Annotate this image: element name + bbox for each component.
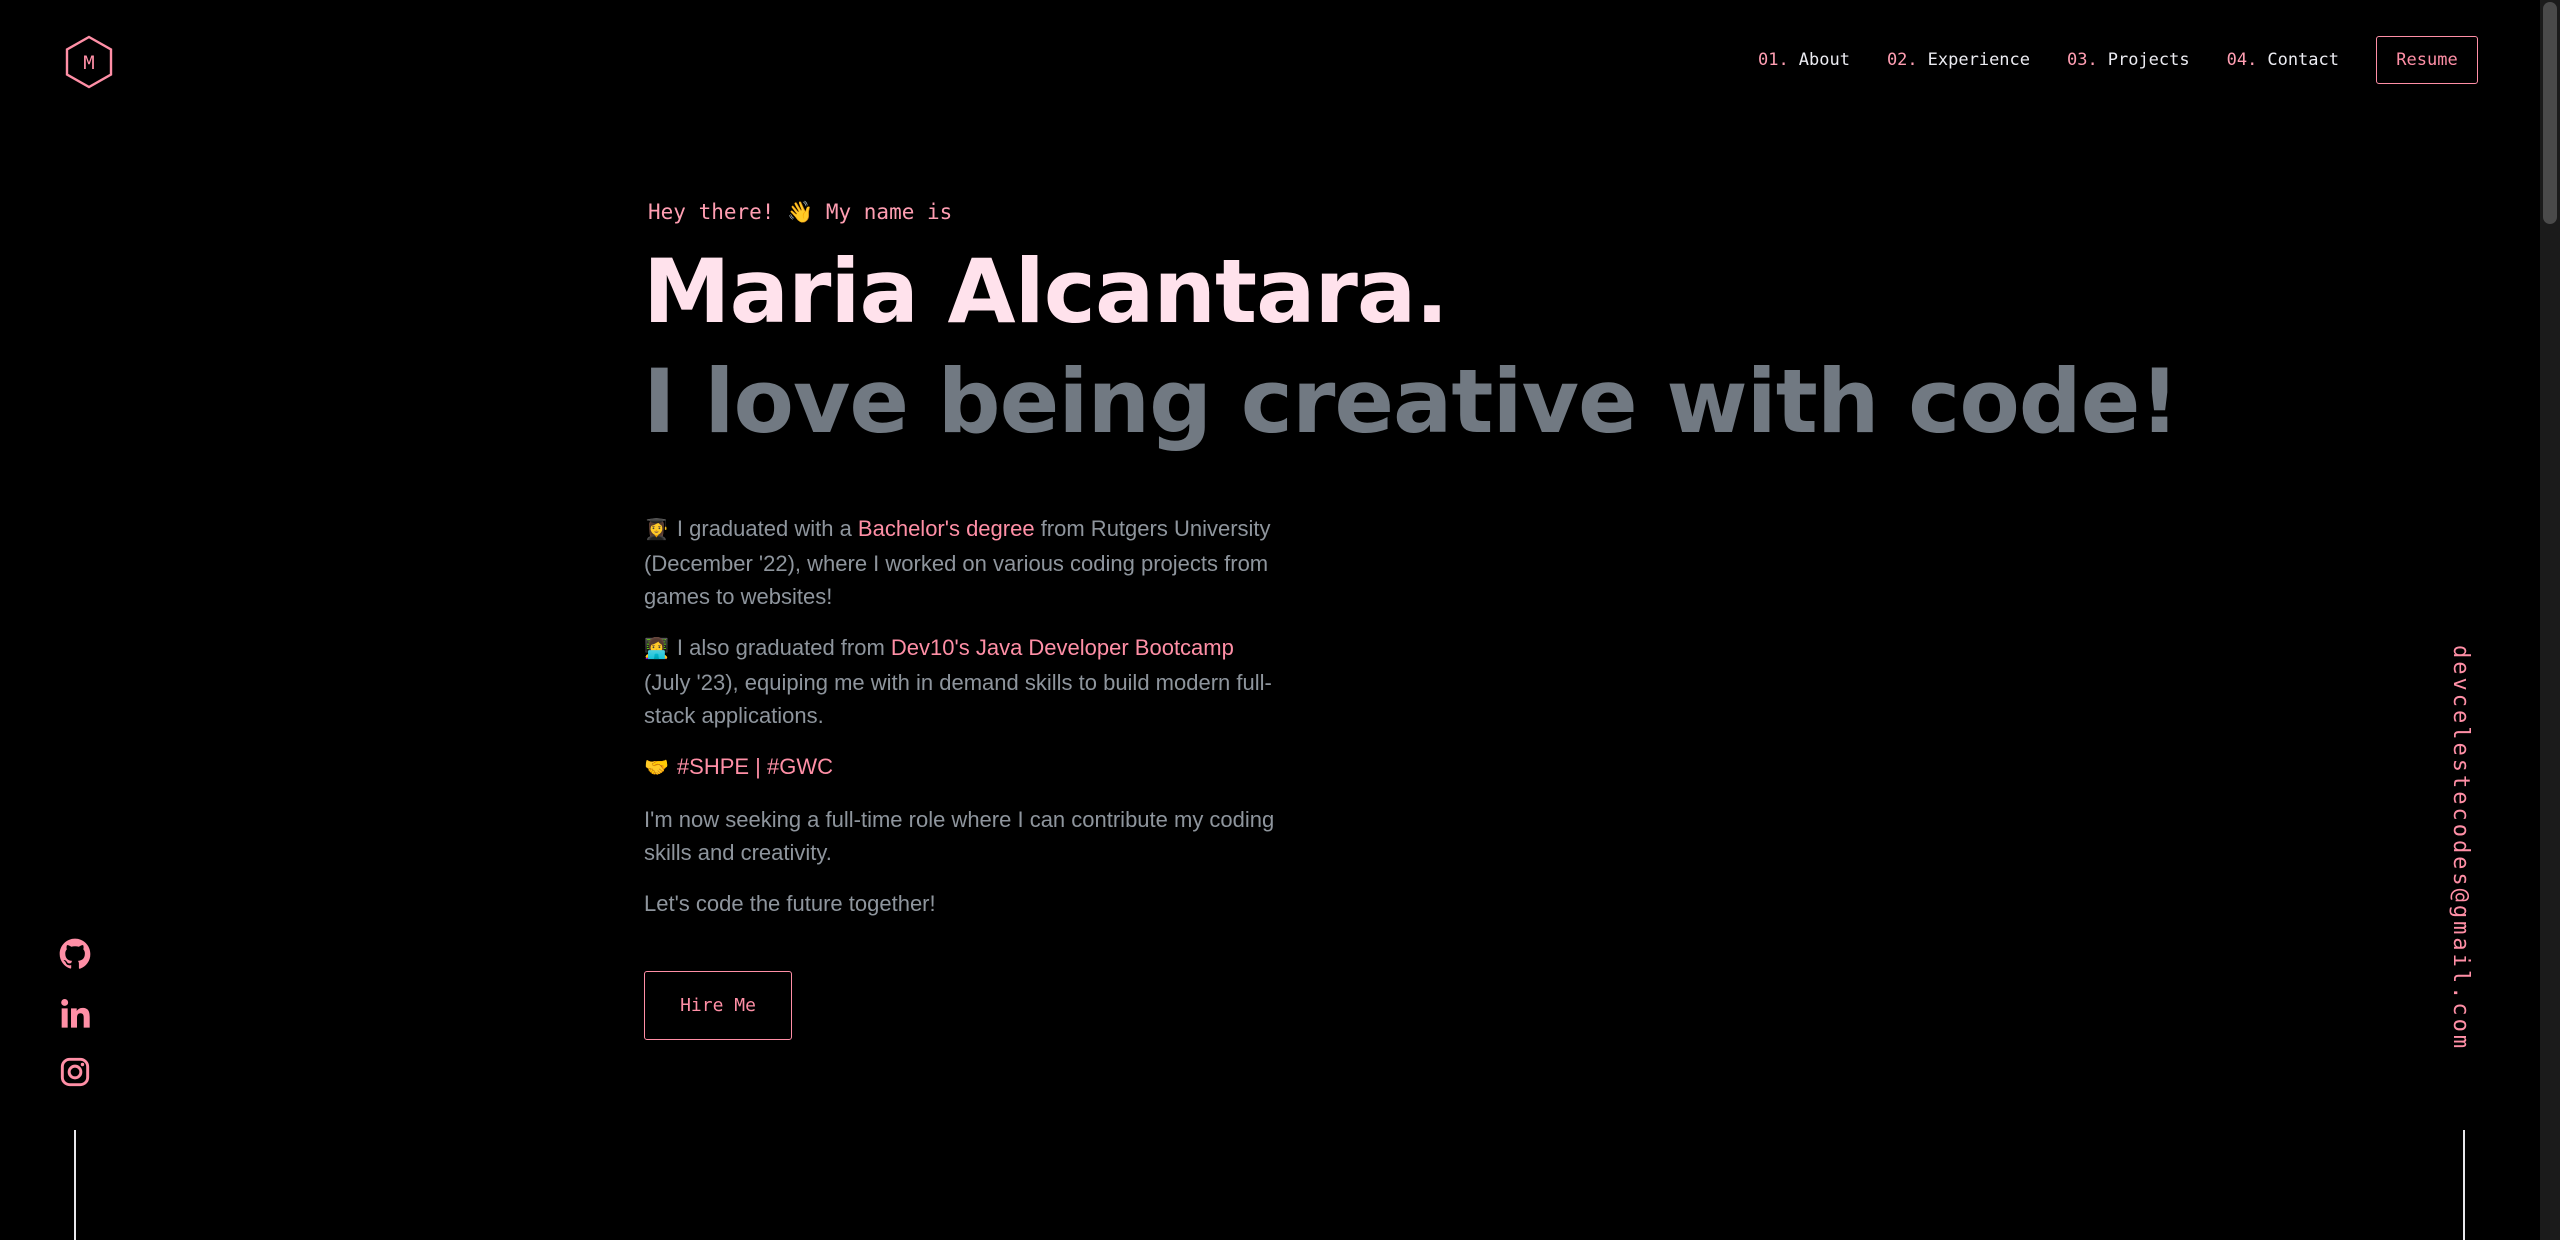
bio-paragraph-seeking: I'm now seeking a full-time role where I… — [644, 807, 1275, 865]
scrollbar[interactable] — [2540, 0, 2560, 1240]
hero-name: Maria Alcantara. — [643, 240, 1449, 343]
greeting-text: Hey there! 👋 My name is — [648, 200, 953, 224]
bio-text: (July '23), equiping me with in demand s… — [644, 670, 1272, 728]
tag-separator: | — [749, 754, 768, 779]
left-rail-line — [74, 1130, 76, 1240]
github-icon[interactable] — [59, 938, 91, 970]
social-links — [58, 938, 92, 1115]
right-rail-line — [2463, 1130, 2465, 1240]
bio-paragraph-closing: Let's code the future together! — [644, 891, 936, 916]
nav-item-projects[interactable]: 03. Projects — [2067, 50, 2190, 70]
resume-button[interactable]: Resume — [2376, 36, 2478, 84]
nav-item-experience[interactable]: 02. Experience — [1887, 50, 2030, 70]
logo-letter: M — [83, 52, 94, 74]
handshake-emoji-icon: 🤝 — [644, 757, 669, 779]
bio-paragraph-orgs: 🤝 #SHPE | #GWC — [644, 750, 1284, 785]
nav-label: Projects — [2107, 50, 2190, 70]
gwc-link[interactable]: #GWC — [767, 754, 833, 779]
logo-icon[interactable]: M — [64, 35, 114, 89]
email-link[interactable]: devcelestecodes@gmail.com — [2448, 645, 2473, 1051]
page: M 01. About 02. Experience 03. Projects … — [0, 0, 2560, 1240]
bio-paragraph-education: 👩‍🎓 I graduated with a Bachelor's degree … — [644, 512, 1284, 613]
graduate-emoji-icon: 👩‍🎓 — [644, 519, 669, 541]
bootcamp-link[interactable]: Dev10's Java Developer Bootcamp — [891, 635, 1234, 660]
nav-number: 02. — [1886, 50, 1918, 70]
instagram-icon[interactable] — [59, 1056, 91, 1088]
nav-label: About — [1798, 50, 1850, 70]
nav-item-contact[interactable]: 04. Contact — [2227, 50, 2339, 70]
top-nav: 01. About 02. Experience 03. Projects 04… — [1758, 36, 2478, 84]
technologist-emoji-icon: 👩‍💻 — [644, 638, 669, 660]
bio-paragraph-bootcamp: 👩‍💻 I also graduated from Dev10's Java De… — [644, 631, 1284, 732]
bachelors-degree-link[interactable]: Bachelor's degree — [858, 516, 1035, 541]
shpe-link[interactable]: #SHPE — [677, 754, 749, 779]
nav-number: 03. — [2067, 50, 2098, 70]
nav-label: Experience — [1927, 50, 2031, 70]
nav-item-about[interactable]: 01. About — [1758, 50, 1850, 70]
hero-tagline: I love being creative with code! — [643, 350, 2180, 453]
bio: 👩‍🎓 I graduated with a Bachelor's degree … — [644, 512, 1284, 938]
hire-me-button[interactable]: Hire Me — [644, 971, 792, 1040]
bio-text: I also graduated from — [676, 635, 891, 660]
nav-number: 01. — [1758, 50, 1789, 70]
linkedin-icon[interactable] — [59, 997, 91, 1029]
bio-text: I graduated with a — [676, 516, 858, 541]
nav-number: 04. — [2226, 50, 2258, 70]
scrollbar-thumb[interactable] — [2543, 2, 2557, 224]
nav-label: Contact — [2267, 50, 2339, 70]
